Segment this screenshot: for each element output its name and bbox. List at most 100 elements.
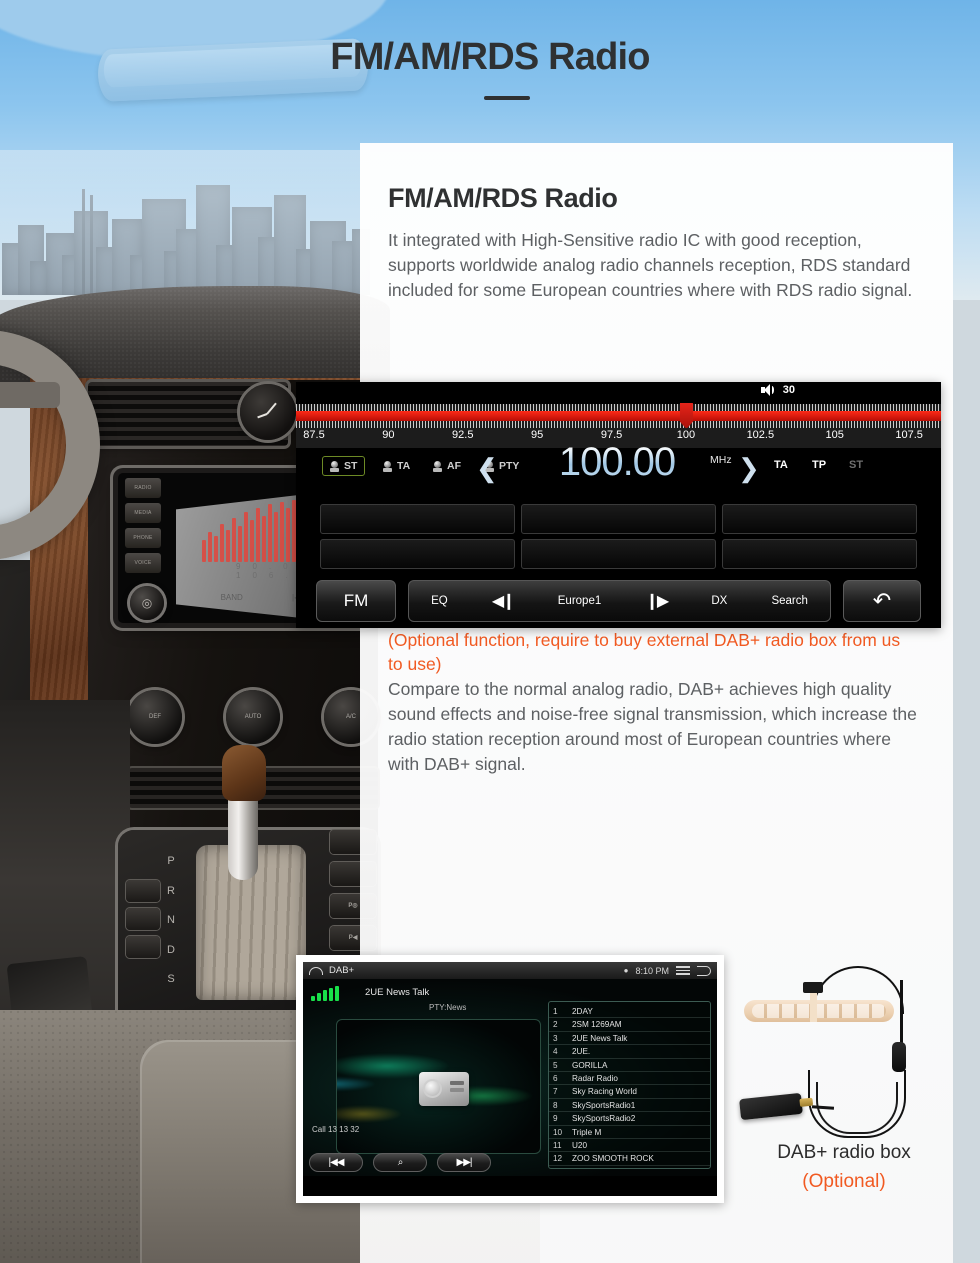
signal-bar bbox=[311, 996, 315, 1001]
tick-row-bottom bbox=[296, 421, 941, 428]
dab-box-optional-label: (Optional) bbox=[802, 1171, 886, 1192]
preset-button[interactable] bbox=[521, 504, 716, 534]
antenna-cable-vertical bbox=[900, 980, 903, 1044]
radio-device-icon bbox=[419, 1072, 469, 1106]
list-item[interactable]: 2 2SM 1269AM bbox=[549, 1018, 710, 1032]
list-item[interactable]: 3 2UE News Talk bbox=[549, 1032, 710, 1046]
dx-button[interactable]: DX bbox=[711, 595, 727, 607]
list-item[interactable]: 11 U20 bbox=[549, 1139, 710, 1153]
dab-radio-box-photo: DAB+ radio box (Optional) bbox=[730, 958, 958, 1213]
skip-next-icon[interactable]: ❙▶ bbox=[645, 591, 669, 611]
head-unit-button-phone: PHONE bbox=[125, 528, 161, 548]
rds-toggle-af[interactable]: AF bbox=[426, 456, 468, 476]
home-icon[interactable] bbox=[309, 966, 323, 975]
section-heading-fm: FM/AM/RDS Radio bbox=[388, 183, 618, 213]
dab-status-bar: DAB+ ● 8:10 PM bbox=[303, 962, 717, 979]
preset-button[interactable] bbox=[320, 504, 515, 534]
rds-toggle-st[interactable]: ST bbox=[322, 456, 366, 476]
signal-bar bbox=[329, 988, 333, 1001]
station-name: Sky Racing World bbox=[572, 1087, 637, 1097]
ferrite-bead bbox=[892, 1042, 906, 1072]
list-item[interactable]: 7 Sky Racing World bbox=[549, 1085, 710, 1099]
volume-indicator: 30 bbox=[760, 384, 795, 396]
dab-clock: 8:10 PM bbox=[635, 965, 669, 976]
head-unit-button-radio: RADIO bbox=[125, 478, 161, 498]
dab-station-list[interactable]: 1 2DAY 2 2SM 1269AM 3 2UE News Talk 4 2UE. 5 GORI… bbox=[548, 1001, 711, 1169]
return-icon[interactable] bbox=[697, 965, 711, 976]
scale-label: 90 bbox=[382, 429, 395, 441]
signal-bar bbox=[317, 993, 321, 1001]
search-button[interactable]: Search bbox=[771, 595, 807, 607]
rds-toggle-ta[interactable]: TA bbox=[376, 456, 417, 476]
chevron-right-icon[interactable]: ❯ bbox=[738, 453, 760, 484]
indicator-icon bbox=[383, 460, 392, 472]
tuner-bar bbox=[296, 411, 941, 421]
preset-button[interactable] bbox=[521, 539, 716, 569]
eq-button[interactable]: EQ bbox=[431, 595, 448, 607]
list-item[interactable]: 6 Radar Radio bbox=[549, 1072, 710, 1086]
spectrum-bar bbox=[220, 524, 224, 562]
preset-button[interactable] bbox=[722, 504, 917, 534]
station-number: 7 bbox=[553, 1087, 558, 1097]
hamburger-menu-icon[interactable] bbox=[676, 966, 690, 975]
head-unit-button-media: MEDIA bbox=[125, 503, 161, 523]
haze-overlay bbox=[0, 150, 370, 300]
list-item[interactable]: 10 Triple M bbox=[549, 1126, 710, 1139]
list-item[interactable]: 1 2DAY bbox=[549, 1005, 710, 1019]
station-name: U20 bbox=[572, 1140, 588, 1150]
dab-body: 2UE News Talk PTY:News Call 13 13 32 1 2D… bbox=[303, 979, 717, 1176]
station-name: ZOO SMOOTH ROCK bbox=[572, 1154, 654, 1164]
head-unit-button-voice: VOICE bbox=[125, 553, 161, 573]
tick-row-top bbox=[296, 404, 941, 411]
scale-label: 92.5 bbox=[452, 429, 474, 441]
signal-bar bbox=[335, 986, 339, 1001]
station-name: Radar Radio bbox=[572, 1073, 618, 1083]
dashboard-clock bbox=[240, 384, 296, 440]
list-item[interactable]: 12 ZOO SMOOTH ROCK bbox=[549, 1152, 710, 1166]
list-item[interactable]: 9 SkySportsRadio2 bbox=[549, 1112, 710, 1126]
section-body-fm: It integrated with High-Sensitive radio … bbox=[388, 230, 913, 300]
tuner-scale[interactable] bbox=[296, 403, 941, 429]
station-number: 6 bbox=[553, 1073, 558, 1083]
spectrum-bar bbox=[202, 540, 206, 562]
spectrum-bar bbox=[256, 508, 260, 562]
dab-radio-screenshot: DAB+ ● 8:10 PM 2UE News Talk PTY:News Ca… bbox=[296, 955, 724, 1203]
skip-next-icon[interactable]: ▶▶| bbox=[437, 1153, 491, 1172]
spectrum-bar bbox=[274, 512, 278, 562]
list-item[interactable]: 4 2UE. bbox=[549, 1045, 710, 1059]
skip-previous-icon[interactable]: |◀◀ bbox=[309, 1153, 363, 1172]
dab-ui: DAB+ ● 8:10 PM 2UE News Talk PTY:News Ca… bbox=[303, 962, 717, 1196]
flag-ta: TA bbox=[774, 459, 788, 471]
preset-button[interactable] bbox=[320, 539, 515, 569]
preset-grid bbox=[296, 504, 941, 574]
spectrum-bar bbox=[232, 518, 236, 562]
rds-toggle-label: TA bbox=[397, 460, 411, 472]
skip-previous-icon[interactable]: ◀❙ bbox=[492, 591, 516, 611]
list-item[interactable]: 8 SkySportsRadio1 bbox=[549, 1099, 710, 1113]
station-name: SkySportsRadio2 bbox=[572, 1114, 636, 1124]
signal-bar bbox=[323, 990, 327, 1001]
indicator-icon bbox=[433, 460, 442, 472]
radio-toolbar: FM EQ ◀❙ Europe1 ❙▶ DX Search ↶ bbox=[296, 580, 941, 622]
station-name: 2UE News Talk bbox=[572, 1033, 628, 1043]
indicator-icon bbox=[330, 460, 339, 472]
chevron-left-icon[interactable]: ❮ bbox=[476, 453, 498, 484]
band-button[interactable]: FM bbox=[316, 580, 396, 622]
steering-wheel-spoke bbox=[0, 382, 60, 408]
spectrum-bar bbox=[244, 512, 248, 562]
station-number: 5 bbox=[553, 1060, 558, 1070]
volume-value: 30 bbox=[782, 384, 795, 396]
search-icon[interactable]: ⌕ bbox=[373, 1153, 427, 1172]
preset-row bbox=[320, 539, 917, 569]
preset-button[interactable] bbox=[722, 539, 917, 569]
station-number: 3 bbox=[553, 1033, 558, 1043]
station-name: 2DAY bbox=[572, 1007, 593, 1016]
album-art bbox=[336, 1019, 541, 1154]
back-arrow-icon[interactable]: ↶ bbox=[843, 580, 921, 622]
list-item[interactable]: 5 GORILLA bbox=[549, 1059, 710, 1072]
station-name: SkySportsRadio1 bbox=[572, 1100, 636, 1110]
section-fm: FM/AM/RDS Radio It integrated with High-… bbox=[360, 143, 953, 303]
dab-call-text: Call 13 13 32 bbox=[312, 1125, 360, 1134]
frequency-row: STTAAFPTY ❮ 100.00 MHz ❯ TA TP ST bbox=[296, 440, 941, 492]
dab-app-title: DAB+ bbox=[329, 965, 355, 976]
